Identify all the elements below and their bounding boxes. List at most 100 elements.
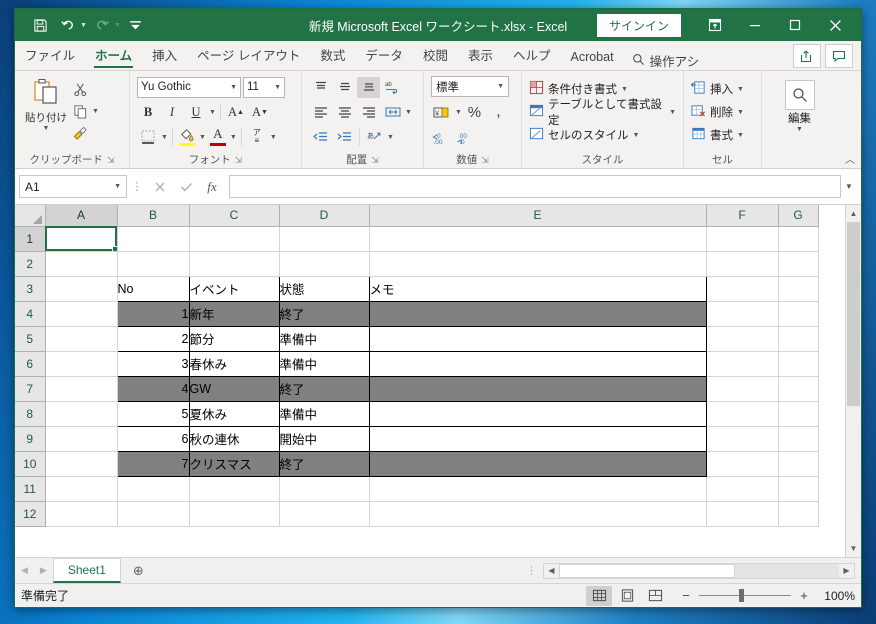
ribbon-display-options-button[interactable] — [695, 10, 735, 40]
row-header-7[interactable]: 7 — [15, 376, 46, 402]
cell-D11[interactable] — [279, 476, 370, 502]
currency-dropdown-icon[interactable]: ▼ — [455, 109, 462, 116]
sheet-nav-arrows[interactable]: ◀ ▶ — [15, 558, 53, 583]
wrap-text-button[interactable]: ab — [381, 77, 404, 98]
cell-A9[interactable] — [45, 426, 118, 452]
editing-dropdown-icon[interactable]: ▼ — [796, 126, 803, 133]
cell-D12[interactable] — [279, 501, 370, 527]
underline-button[interactable]: U — [185, 102, 207, 123]
cell-G7[interactable] — [778, 376, 819, 402]
cell-A8[interactable] — [45, 401, 118, 427]
cell-G12[interactable] — [778, 501, 819, 527]
cell-A4[interactable] — [45, 301, 118, 327]
cut-button[interactable] — [70, 79, 99, 99]
tab-view[interactable]: 表示 — [458, 41, 503, 69]
increase-decimal-button[interactable]: 0.00 — [431, 128, 454, 149]
column-header-c[interactable]: C — [189, 205, 280, 227]
format-cells-button[interactable]: 書式 ▼ — [691, 124, 744, 146]
cell-E2[interactable] — [369, 251, 707, 277]
scroll-up-icon[interactable]: ▲ — [846, 205, 861, 222]
row-header-3[interactable]: 3 — [15, 276, 46, 302]
currency-format-button[interactable]: ¥ — [431, 102, 454, 123]
tab-review[interactable]: 校閲 — [413, 41, 458, 69]
cell-A1[interactable] — [45, 226, 118, 252]
paste-button[interactable]: 貼り付け ▼ — [22, 76, 70, 132]
cell-A3[interactable] — [45, 276, 118, 302]
cell-B1[interactable] — [117, 226, 190, 252]
tab-formulas[interactable]: 数式 — [310, 41, 355, 69]
cell-B8[interactable]: 5 — [116, 400, 190, 427]
merge-and-center-button[interactable] — [381, 102, 404, 123]
borders-button[interactable] — [137, 127, 159, 148]
font-name-input[interactable]: Yu Gothic ▼ — [137, 76, 241, 98]
cell-G10[interactable] — [778, 451, 819, 477]
zoom-slider[interactable] — [699, 589, 791, 603]
format-cells-dropdown-icon[interactable]: ▼ — [737, 132, 744, 139]
row-header-1[interactable]: 1 — [15, 226, 46, 252]
insert-cells-button[interactable]: 挿入 ▼ — [690, 78, 744, 100]
zoom-in-button[interactable]: + — [798, 588, 810, 603]
comments-button[interactable] — [825, 44, 853, 68]
name-box-dropdown-icon[interactable]: ▼ — [114, 183, 121, 190]
cell-G9[interactable] — [778, 426, 819, 452]
cell-A11[interactable] — [45, 476, 118, 502]
scroll-down-icon[interactable]: ▼ — [846, 540, 861, 557]
cell-G4[interactable] — [778, 301, 819, 327]
zoom-slider-handle[interactable] — [739, 589, 745, 602]
cell-F3[interactable] — [706, 276, 779, 302]
font-size-dropdown-icon[interactable]: ▼ — [274, 84, 281, 91]
vertical-scroll-thumb[interactable] — [847, 222, 860, 407]
cell-C9[interactable]: 秋の連休 — [188, 425, 280, 452]
row-header-11[interactable]: 11 — [15, 476, 46, 502]
bold-button[interactable]: B — [137, 102, 159, 123]
increase-indent-button[interactable] — [333, 127, 356, 148]
cell-A5[interactable] — [45, 326, 118, 352]
underline-dropdown-icon[interactable]: ▼ — [209, 109, 216, 116]
zoom-level-label[interactable]: 100% — [817, 589, 855, 603]
cell-G5[interactable] — [778, 326, 819, 352]
cell-A12[interactable] — [45, 501, 118, 527]
cell-G1[interactable] — [778, 226, 819, 252]
cell-D4[interactable]: 終了 — [278, 300, 370, 327]
column-header-d[interactable]: D — [279, 205, 370, 227]
cell-B12[interactable] — [117, 501, 190, 527]
sheet-tab-sheet1[interactable]: Sheet1 — [52, 558, 121, 583]
cell-B5[interactable]: 2 — [116, 325, 190, 352]
grid-cells-area[interactable]: A B C D E F G 1 2 3 No イベント 状態 メモ 4 1 新年… — [15, 205, 845, 557]
row-header-6[interactable]: 6 — [15, 351, 46, 377]
format-as-table-dropdown-icon[interactable]: ▼ — [669, 109, 676, 116]
alignment-dialog-launcher[interactable]: ⇲ — [371, 153, 379, 168]
undo-icon[interactable] — [55, 13, 81, 37]
cell-D2[interactable] — [279, 251, 370, 277]
cell-C1[interactable] — [189, 226, 280, 252]
cell-A7[interactable] — [45, 376, 118, 402]
row-header-2[interactable]: 2 — [15, 251, 46, 277]
tell-me-box[interactable]: 操作アシ — [632, 51, 699, 70]
cell-C5[interactable]: 節分 — [188, 325, 280, 352]
phonetic-dropdown-icon[interactable]: ▼ — [270, 134, 277, 141]
column-header-f[interactable]: F — [706, 205, 779, 227]
cell-B3[interactable]: No — [116, 275, 190, 302]
sign-in-button[interactable]: サインイン — [596, 13, 681, 37]
cell-A2[interactable] — [45, 251, 118, 277]
phonetic-guide-button[interactable]: ア ≡ — [246, 127, 268, 148]
tab-home[interactable]: ホーム — [85, 41, 142, 69]
comma-style-button[interactable]: , — [487, 102, 510, 123]
align-center-button[interactable] — [333, 102, 356, 123]
cell-C3[interactable]: イベント — [188, 275, 280, 302]
cell-F12[interactable] — [706, 501, 779, 527]
undo-dropdown-icon[interactable]: ▼ — [80, 22, 87, 29]
column-header-a[interactable]: A — [45, 205, 118, 227]
cell-styles-button[interactable]: セルのスタイル ▼ — [529, 124, 676, 146]
cell-F2[interactable] — [706, 251, 779, 277]
cell-E12[interactable] — [369, 501, 707, 527]
cell-E9[interactable] — [368, 425, 707, 452]
cell-D3[interactable]: 状態 — [278, 275, 370, 302]
grow-font-button[interactable]: A ▲ — [225, 102, 247, 123]
clipboard-dialog-launcher[interactable]: ⇲ — [107, 153, 115, 168]
delete-cells-dropdown-icon[interactable]: ▼ — [737, 109, 744, 116]
cell-E1[interactable] — [369, 226, 707, 252]
minimize-button[interactable] — [735, 10, 775, 40]
align-top-button[interactable] — [309, 77, 332, 98]
insert-function-icon[interactable]: fx — [199, 176, 225, 198]
